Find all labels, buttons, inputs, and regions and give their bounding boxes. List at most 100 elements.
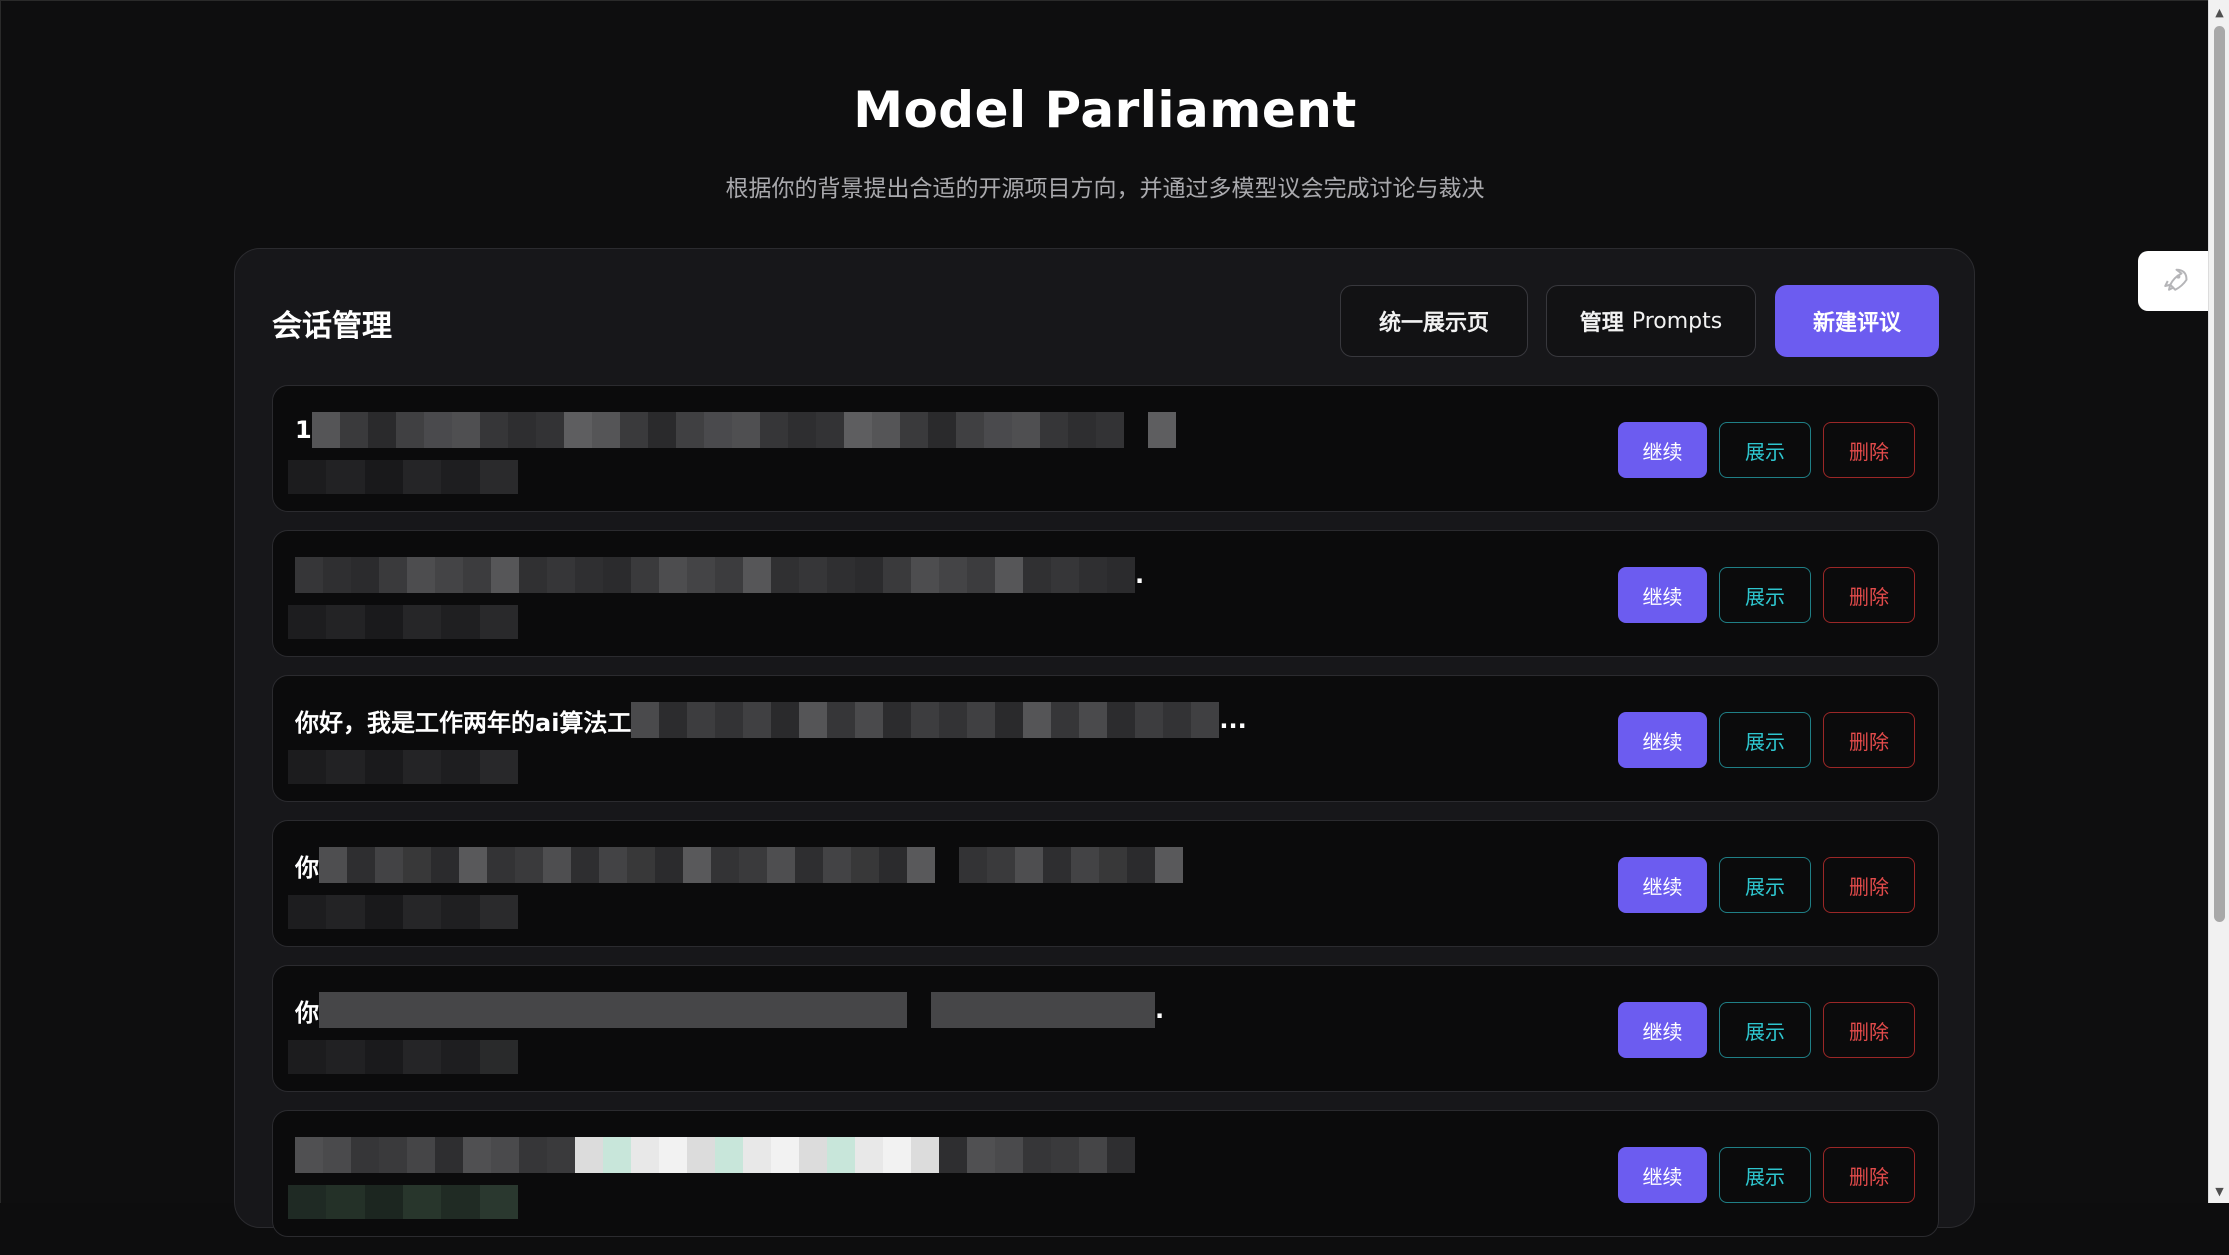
app-viewport: Model Parliament 根据你的背景提出合适的开源项目方向，并通过多模… [0, 0, 2209, 1237]
redacted-block [967, 702, 996, 738]
redacted-title-pixels [295, 557, 1135, 593]
redacted-block [1107, 702, 1136, 738]
delete-button[interactable]: 删除 [1823, 1147, 1915, 1203]
redacted-block [463, 1137, 491, 1173]
panel-title: 会话管理 [272, 309, 392, 344]
show-button[interactable]: 展示 [1719, 1002, 1811, 1058]
redacted-block [1079, 702, 1108, 738]
redacted-block [851, 992, 879, 1028]
redacted-block [1071, 992, 1099, 1028]
continue-button[interactable]: 继续 [1618, 422, 1707, 478]
redacted-block [631, 1137, 659, 1173]
redacted-block [711, 847, 739, 883]
session-title-tail: . [1135, 561, 1145, 589]
delete-button[interactable]: 删除 [1823, 1002, 1915, 1058]
redacted-title-pixels [319, 847, 1183, 883]
redacted-block [563, 412, 592, 448]
redacted-block [1147, 412, 1176, 448]
redacted-block [959, 992, 987, 1028]
session-title-text: 1 [295, 416, 312, 444]
redacted-block [995, 557, 1023, 593]
redacted-block [479, 750, 518, 784]
redacted-block [603, 1137, 631, 1173]
redacted-block [743, 1137, 771, 1173]
session-list: 1 继续 展示 删除 . 继续 展示 删除 你好，我是工作两年的ai算法工 ..… [272, 385, 1939, 1255]
redacted-block [1099, 847, 1127, 883]
redacted-block [435, 557, 463, 593]
manage-prompts-button[interactable]: 管理 Prompts [1546, 285, 1756, 357]
session-title [295, 1137, 1505, 1173]
session-title: 1 [295, 412, 1505, 448]
show-button[interactable]: 展示 [1719, 422, 1811, 478]
show-button[interactable]: 展示 [1719, 1147, 1811, 1203]
redacted-block [703, 412, 732, 448]
redacted-block [715, 557, 743, 593]
redacted-block [364, 1185, 403, 1219]
redacted-block [827, 1137, 855, 1173]
redacted-block [364, 460, 403, 494]
redacted-block [1079, 557, 1107, 593]
show-button[interactable]: 展示 [1719, 712, 1811, 768]
session-title-tail: . [1155, 996, 1165, 1024]
redacted-block [855, 557, 883, 593]
redacted-block [288, 460, 327, 494]
redacted-block [347, 847, 375, 883]
show-button[interactable]: 展示 [1719, 567, 1811, 623]
rocket-float-button[interactable] [2138, 251, 2209, 311]
redacted-block [1095, 412, 1124, 448]
redacted-block [967, 1137, 995, 1173]
redacted-block [375, 992, 403, 1028]
scroll-down-arrow-icon[interactable]: ▼ [2209, 1181, 2229, 1201]
redacted-block [1051, 1137, 1079, 1173]
new-review-button[interactable]: 新建评议 [1775, 285, 1939, 357]
redacted-block [911, 702, 940, 738]
redacted-block [939, 1137, 967, 1173]
redacted-block [463, 557, 491, 593]
redacted-block [659, 1137, 687, 1173]
redacted-meta-pixels [288, 1040, 518, 1074]
scroll-up-arrow-icon[interactable]: ▲ [2209, 2, 2229, 22]
redacted-block [591, 412, 620, 448]
redacted-block [911, 557, 939, 593]
redacted-block [795, 992, 823, 1028]
redacted-block [1015, 992, 1043, 1028]
continue-button[interactable]: 继续 [1618, 857, 1707, 913]
redacted-block [1079, 1137, 1107, 1173]
redacted-block [927, 412, 956, 448]
vertical-scrollbar[interactable]: ▲ ▼ [2208, 0, 2229, 1203]
redacted-block [1163, 702, 1192, 738]
redacted-block [683, 992, 711, 1028]
show-button[interactable]: 展示 [1719, 857, 1811, 913]
redacted-block [571, 847, 599, 883]
redacted-block [939, 702, 968, 738]
delete-button[interactable]: 删除 [1823, 857, 1915, 913]
continue-button[interactable]: 继续 [1618, 567, 1707, 623]
continue-button[interactable]: 继续 [1618, 1147, 1707, 1203]
delete-button[interactable]: 删除 [1823, 422, 1915, 478]
session-title-text: 你 [295, 853, 319, 882]
redacted-block [955, 412, 984, 448]
redacted-meta-pixels [288, 895, 518, 929]
redacted-block [459, 847, 487, 883]
redacted-block [547, 1137, 575, 1173]
redacted-block [1127, 847, 1155, 883]
redacted-block [402, 750, 442, 784]
redacted-block [1107, 1137, 1135, 1173]
session-title: 你 [295, 847, 1505, 883]
redacted-title-pixels [631, 702, 1220, 738]
continue-button[interactable]: 继续 [1618, 712, 1707, 768]
redacted-block [402, 605, 442, 639]
redacted-block [907, 847, 935, 883]
scrollbar-thumb[interactable] [2214, 26, 2225, 922]
page-subtitle: 根据你的背景提出合适的开源项目方向，并通过多模型议会完成讨论与裁决 [725, 176, 1485, 202]
redacted-block [364, 895, 403, 929]
delete-button[interactable]: 删除 [1823, 567, 1915, 623]
redacted-block [575, 557, 603, 593]
redacted-block [323, 557, 351, 593]
session-management-panel: 会话管理 统一展示页 管理 Prompts 新建评议 1 继续 展示 删除 . … [234, 248, 1975, 1237]
continue-button[interactable]: 继续 [1618, 1002, 1707, 1058]
unified-display-button[interactable]: 统一展示页 [1340, 285, 1528, 357]
redacted-block [441, 460, 480, 494]
redacted-block [295, 1137, 323, 1173]
delete-button[interactable]: 删除 [1823, 712, 1915, 768]
